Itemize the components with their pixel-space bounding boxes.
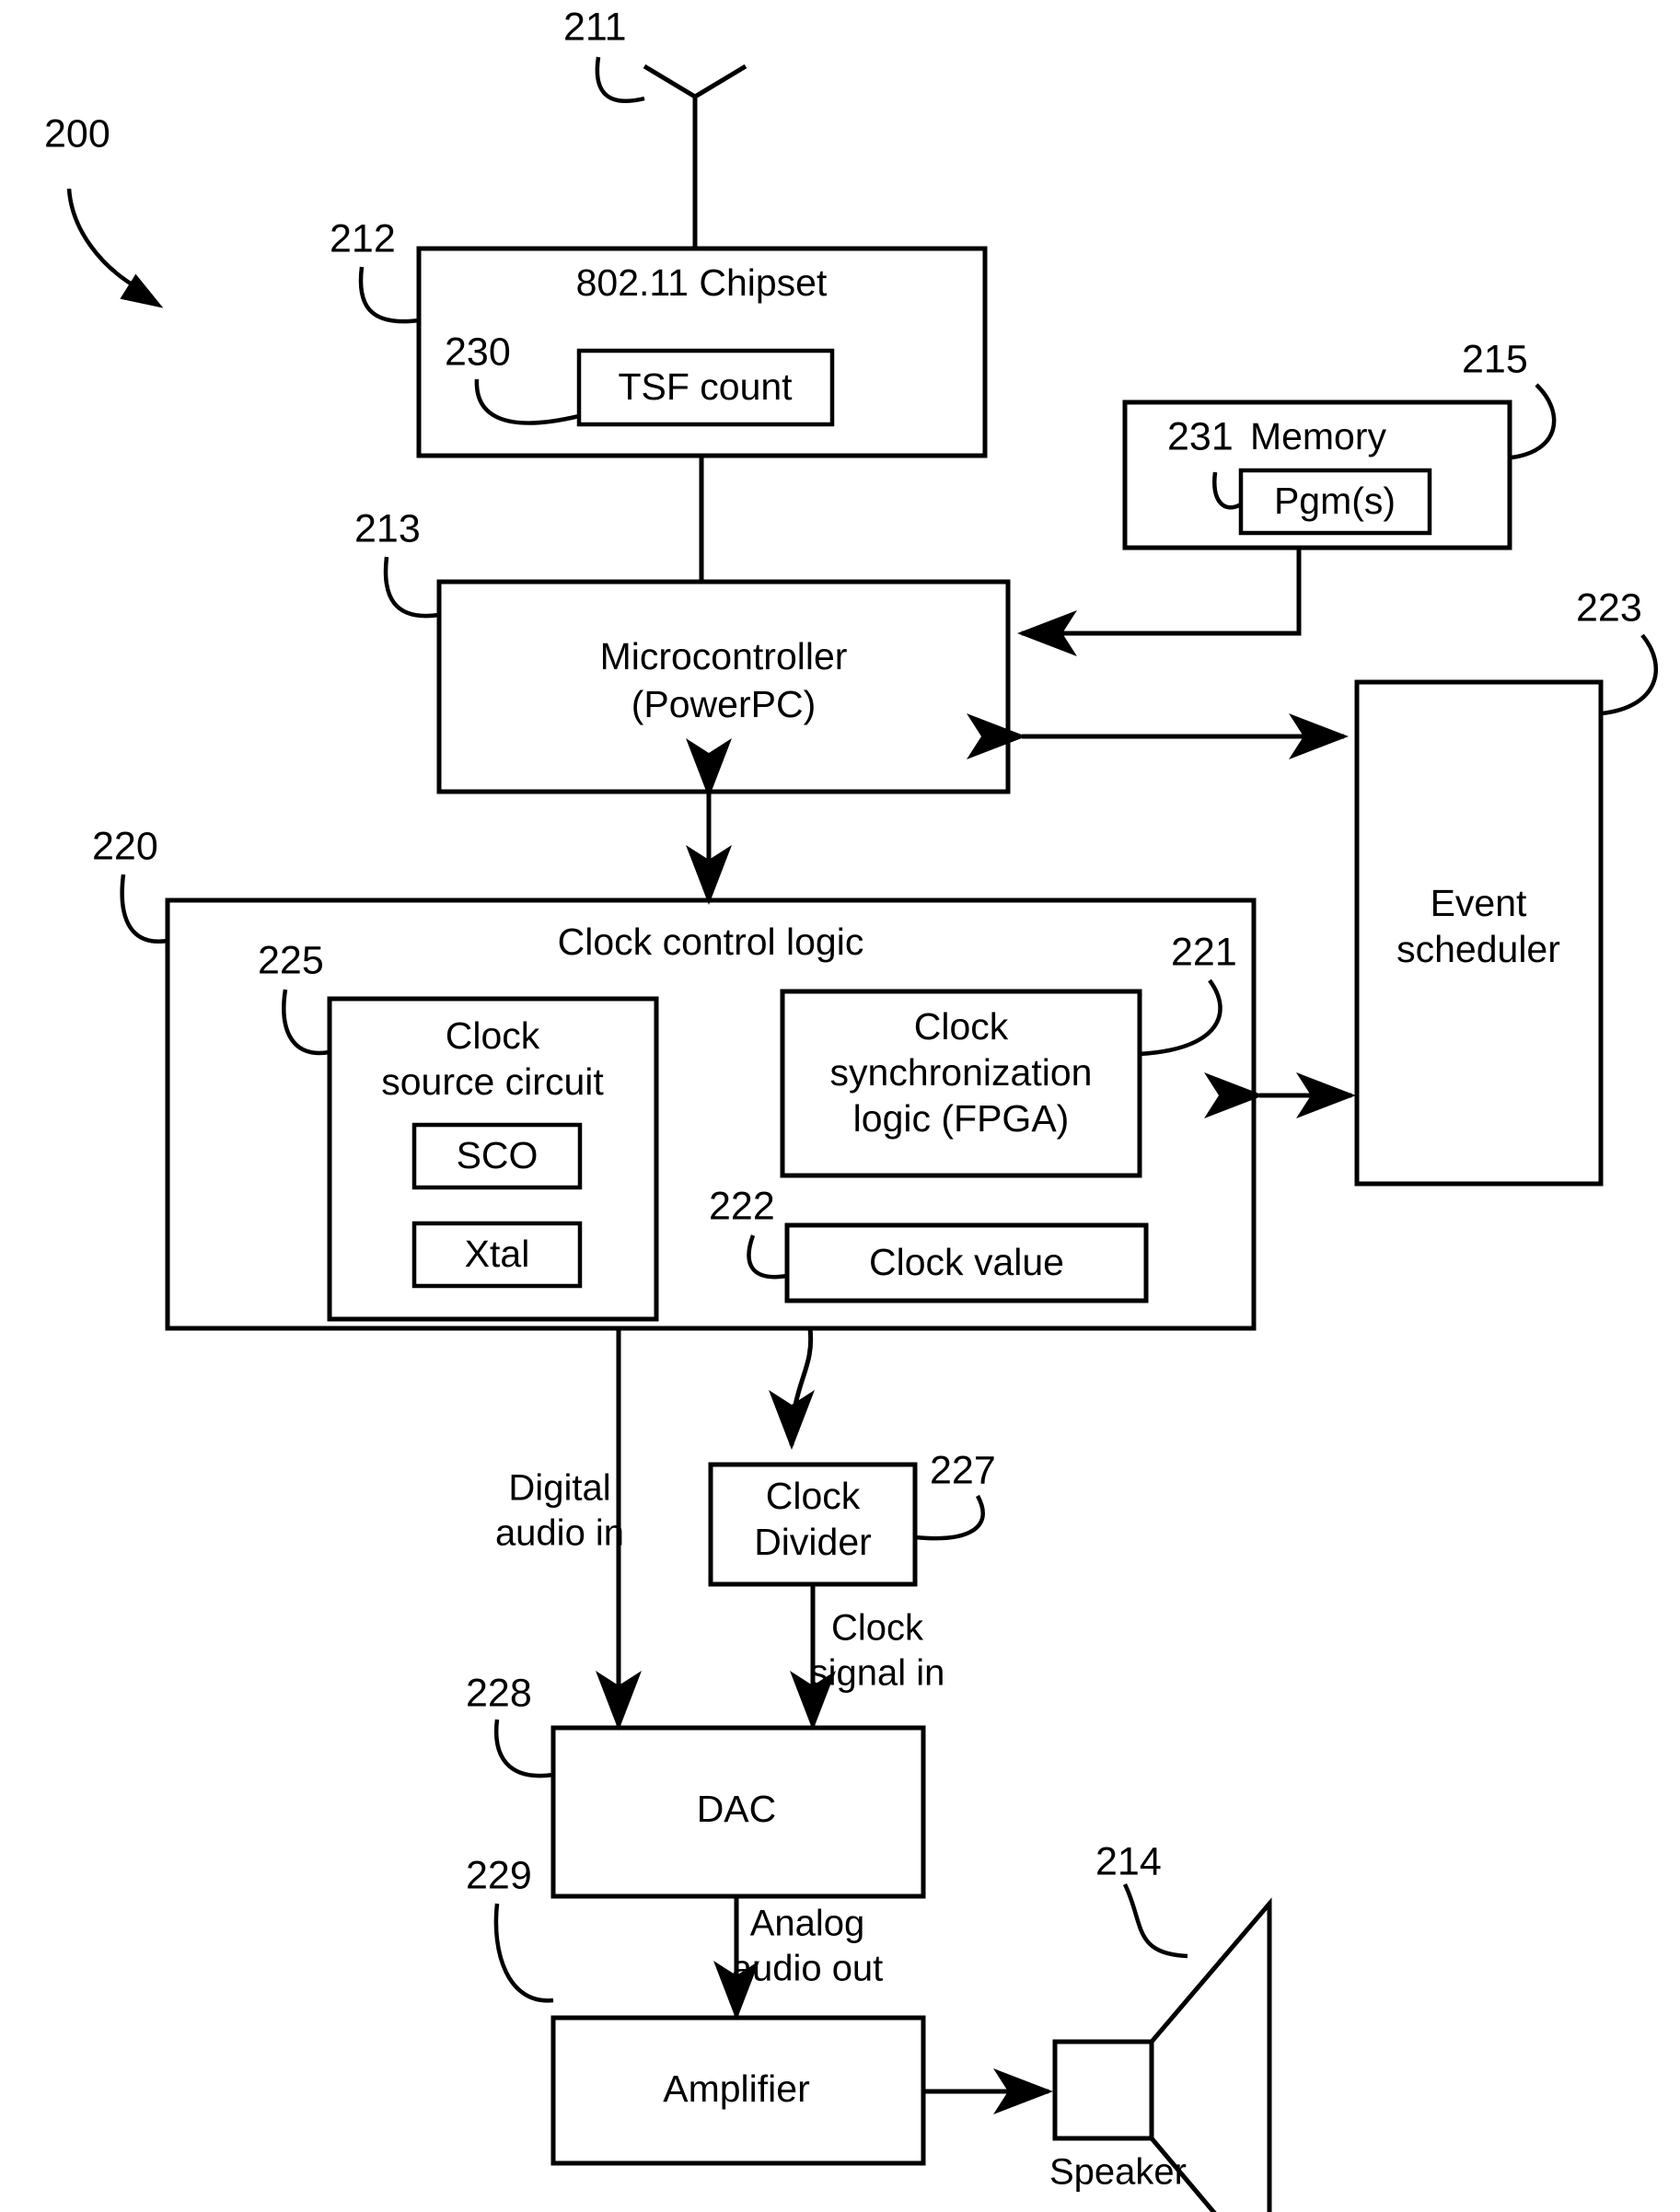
clock-signal-in-label-line1: Clock	[831, 1608, 924, 1649]
analog-audio-out-label-line1: Analog	[750, 1904, 865, 1944]
clock-source-label-line1: Clock	[446, 1014, 540, 1057]
analog-audio-out-label-line2: audio out	[732, 1949, 884, 1989]
digital-audio-in-label-line1: Digital	[508, 1468, 610, 1509]
chipset-label: 802.11 Chipset	[576, 261, 828, 304]
clockvalue-to-divider-line	[769, 1327, 816, 1450]
ref-label-231: 231	[1167, 414, 1234, 458]
clock-divider-label-line2: Divider	[754, 1521, 872, 1563]
tsf-ref-230: 230	[445, 330, 580, 425]
speaker-ref-214: 214	[1095, 1839, 1188, 1959]
pgms-label: Pgm(s)	[1274, 480, 1396, 522]
patent-figure-canvas: 200 211 802.11 Chipset 212 TSF count 230…	[0, 0, 1680, 2212]
block-diagram: 200 211 802.11 Chipset 212 TSF count 230…	[44, 5, 1658, 2212]
system-arrowhead	[120, 273, 164, 308]
clock-sync-label-line3: logic (FPGA)	[853, 1097, 1070, 1140]
clock-divider-label-line1: Clock	[766, 1475, 861, 1517]
ref-label-211: 211	[563, 5, 627, 49]
digital-audio-in-label-line2: audio in	[495, 1513, 624, 1554]
dac-label: DAC	[697, 1788, 777, 1830]
amplifier-ref-229: 229	[466, 1853, 554, 2003]
ref-label-221: 221	[1171, 930, 1237, 974]
memory-label: Memory	[1250, 415, 1387, 457]
ref-label-230: 230	[445, 330, 511, 374]
clock-source-ref-225: 225	[258, 938, 330, 1056]
ref-label-220: 220	[92, 824, 158, 868]
event-scheduler-ref-223: 223	[1576, 585, 1658, 716]
amplifier-label: Amplifier	[663, 2067, 809, 2110]
ref-label-222: 222	[709, 1184, 775, 1228]
chipset-ref-212: 212	[330, 216, 420, 324]
memory-to-mcu-arrow	[1017, 548, 1302, 656]
ref-label-225: 225	[258, 938, 324, 982]
xtal-label: Xtal	[465, 1233, 530, 1275]
system-ref-200: 200	[44, 111, 164, 308]
ref-label-213: 213	[354, 506, 421, 550]
clock-control-ref-220: 220	[92, 824, 168, 944]
dac-ref-228: 228	[466, 1671, 554, 1778]
event-scheduler-label-line1: Event	[1431, 882, 1527, 924]
clock-control-logic-label: Clock control logic	[558, 921, 864, 963]
ref-label-227: 227	[930, 1448, 996, 1492]
ref-label-229: 229	[466, 1853, 532, 1897]
clock-source-label-line2: source circuit	[381, 1060, 604, 1103]
ref-label-212: 212	[330, 216, 396, 261]
ref-label-200: 200	[44, 111, 110, 156]
pgms-ref-231: 231	[1167, 414, 1243, 510]
microcontroller-label-line1: Microcontroller	[600, 635, 848, 677]
ref-label-215: 215	[1462, 337, 1528, 381]
microcontroller-label-line2: (PowerPC)	[631, 683, 816, 725]
clock-value-ref-222: 222	[709, 1184, 788, 1280]
sco-label: SCO	[457, 1134, 539, 1176]
clock-sync-label-line1: Clock	[914, 1005, 1009, 1048]
clock-sync-ref-221: 221	[1139, 930, 1237, 1057]
speaker-label: Speaker	[1049, 2152, 1187, 2193]
ref-label-214: 214	[1095, 1839, 1162, 1883]
antenna-ref-211: 211	[563, 5, 645, 104]
tsf-count-label: TSF count	[618, 365, 793, 408]
clock-divider-ref-227: 227	[914, 1448, 996, 1541]
microcontroller-ref-213: 213	[354, 506, 440, 619]
ref-label-228: 228	[466, 1671, 532, 1715]
ref-label-223: 223	[1576, 585, 1642, 630]
clock-signal-in-label-line2: signal in	[810, 1653, 945, 1694]
clock-value-label: Clock value	[869, 1241, 1064, 1283]
event-scheduler-label-line2: scheduler	[1396, 928, 1560, 970]
clock-sync-label-line2: synchronization	[830, 1051, 1093, 1094]
